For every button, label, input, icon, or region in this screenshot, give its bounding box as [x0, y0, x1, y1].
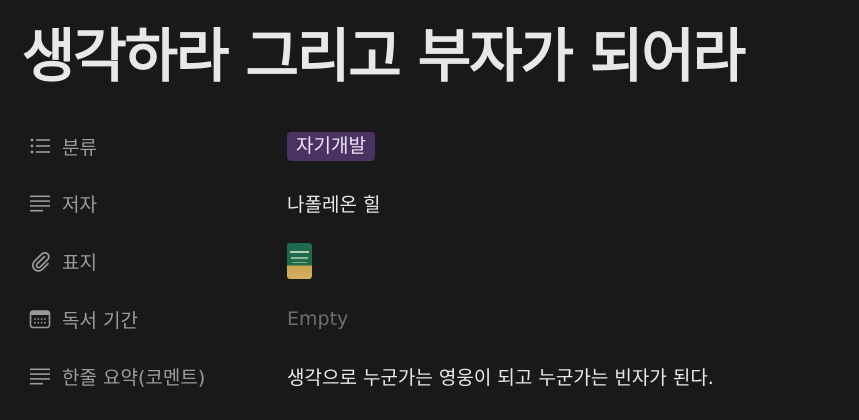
book-cover-thumbnail[interactable] [287, 243, 312, 279]
property-value-cover[interactable] [287, 241, 312, 281]
list-icon [28, 134, 52, 158]
property-label: 한줄 요약(코멘트) [62, 366, 206, 389]
property-value-summary[interactable]: 생각으로 누군가는 영웅이 되고 누군가는 빈자가 된다. [287, 356, 714, 396]
page-title[interactable]: 생각하라 그리고 부자가 되어라 [22, 18, 746, 94]
category-tag[interactable]: 자기개발 [287, 131, 375, 161]
property-label: 저자 [62, 193, 97, 216]
property-key-reading-period[interactable]: 독서 기간 [28, 299, 138, 339]
property-value-reading-period[interactable]: Empty [287, 299, 348, 339]
property-row-summary[interactable]: 한줄 요약(코멘트) 생각으로 누군가는 영웅이 되고 누군가는 빈자가 된다. [0, 356, 859, 396]
cover-decoration [291, 257, 308, 259]
property-key-cover[interactable]: 표지 [28, 241, 97, 281]
property-key-author[interactable]: 저자 [28, 183, 97, 223]
property-row-cover[interactable]: 표지 [0, 241, 859, 281]
property-value-category[interactable]: 자기개발 [287, 126, 375, 166]
cover-decoration [290, 251, 309, 253]
calendar-icon [28, 307, 52, 331]
paperclip-icon [28, 249, 52, 273]
property-row-category[interactable]: 분류 자기개발 [0, 126, 859, 166]
text-lines-icon [28, 364, 52, 388]
property-key-category[interactable]: 분류 [28, 126, 97, 166]
text-lines-icon [28, 191, 52, 215]
cover-decoration [292, 262, 307, 263]
property-row-author[interactable]: 저자 나폴레온 힐 [0, 183, 859, 223]
property-label: 독서 기간 [62, 309, 138, 332]
property-label: 표지 [62, 251, 97, 274]
property-label: 분류 [62, 136, 97, 159]
property-key-summary[interactable]: 한줄 요약(코멘트) [28, 356, 205, 396]
property-value-author[interactable]: 나폴레온 힐 [287, 183, 380, 223]
property-row-reading-period[interactable]: 독서 기간 Empty [0, 299, 859, 339]
notion-page: 생각하라 그리고 부자가 되어라 분류 자기개발 저자 나폴레온 힐 표지 독서… [0, 0, 859, 420]
